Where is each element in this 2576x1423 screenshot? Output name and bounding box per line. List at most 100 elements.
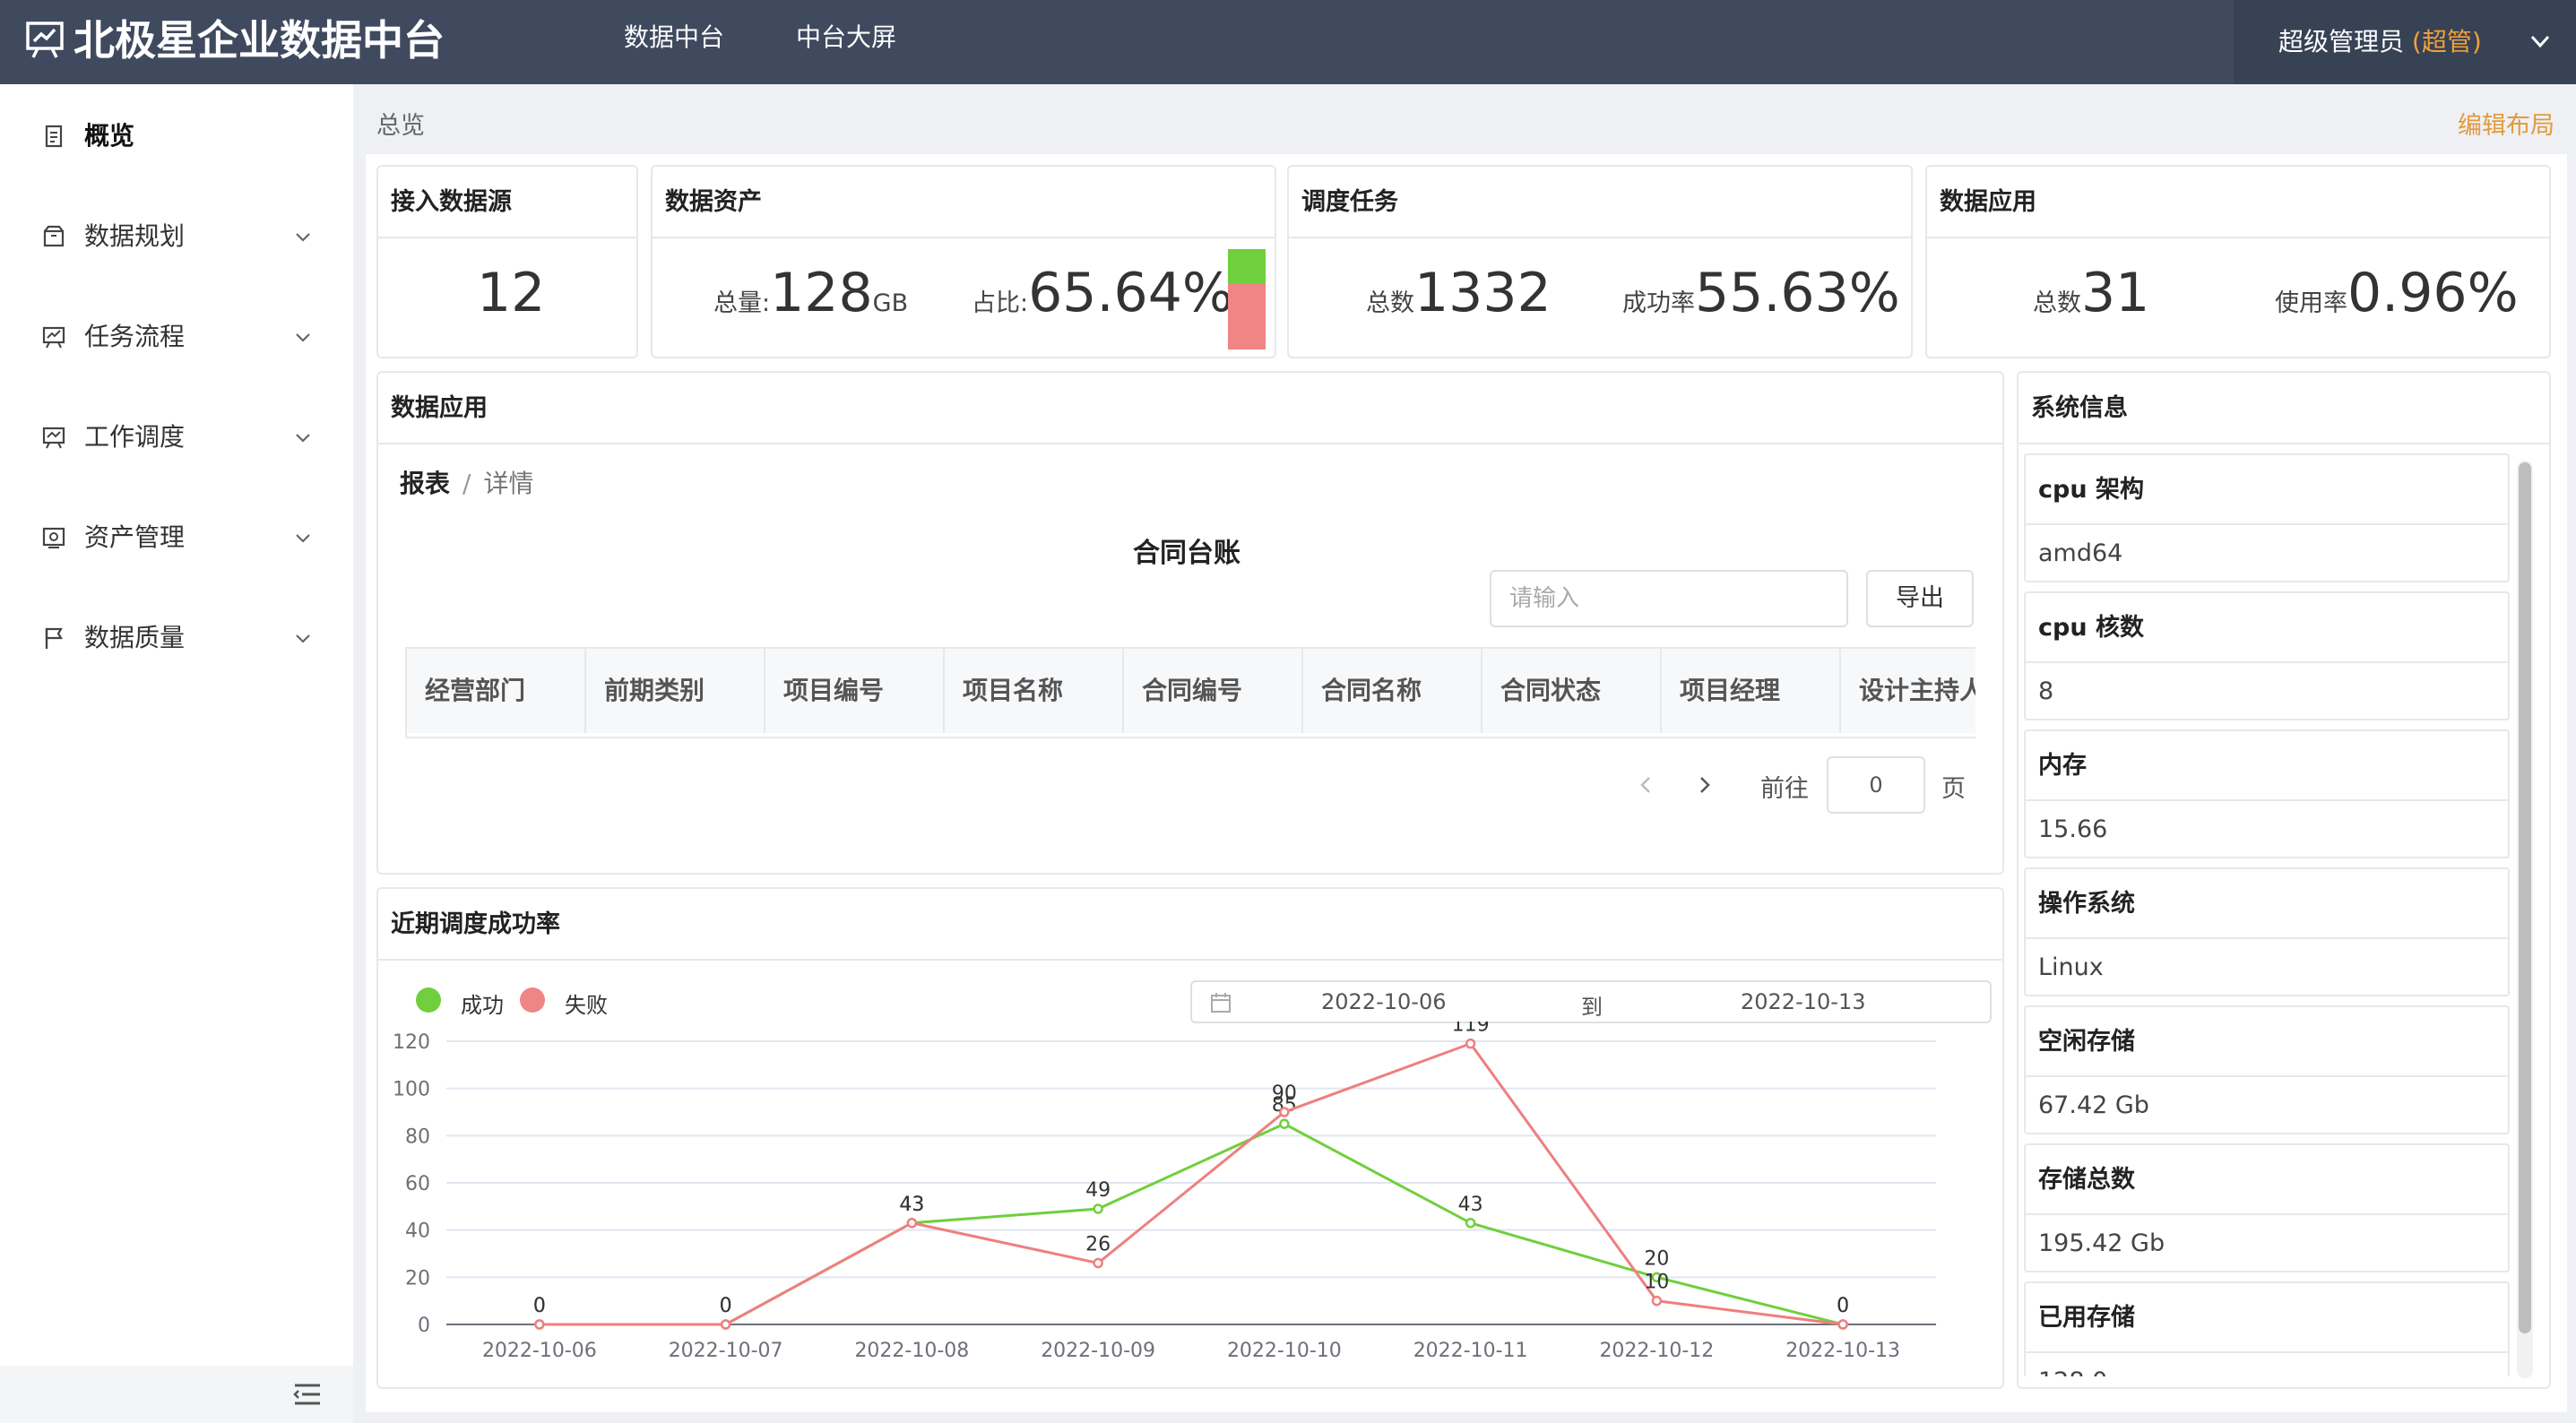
chevron-down-icon <box>2530 35 2550 48</box>
chevron-down-icon <box>296 434 310 443</box>
assets-ratio-label: 占比: <box>972 289 1029 317</box>
card-title: 接入数据源 <box>378 167 636 238</box>
sidebar-footer <box>0 1366 353 1423</box>
column-header[interactable]: 项目编号 <box>765 649 945 733</box>
assets-total-unit: GB <box>872 289 909 317</box>
pager-unit-label: 页 <box>1941 775 1966 803</box>
assets-total-label: 总量: <box>713 289 771 317</box>
legend-failure-label[interactable]: 失败 <box>565 987 608 1019</box>
assets-ratio-fill <box>1228 283 1266 349</box>
brand-title: 北极星企业数据中台 <box>73 16 445 65</box>
x-tick-label: 2022-10-10 <box>1227 1340 1342 1362</box>
nav-data-platform[interactable]: 数据中台 <box>624 18 724 57</box>
data-point <box>1465 1218 1476 1229</box>
schedule-rate-label: 成功率 <box>1622 289 1695 317</box>
apps-total-value: 31 <box>2081 262 2150 324</box>
x-tick-label: 2022-10-11 <box>1413 1340 1528 1362</box>
tab-report[interactable]: 报表 <box>400 469 450 498</box>
column-header[interactable]: 合同编号 <box>1124 649 1303 733</box>
tab-detail[interactable]: 详情 <box>483 469 533 498</box>
column-header[interactable]: 项目经理 <box>1662 649 1841 733</box>
column-header[interactable]: 经营部门 <box>407 649 586 733</box>
data-label: 49 <box>1085 1179 1111 1202</box>
sidebar-item-label: 资产管理 <box>84 522 186 552</box>
legend-success-marker[interactable] <box>416 987 441 1013</box>
edit-layout-link[interactable]: 编辑布局 <box>2458 106 2554 141</box>
export-button[interactable]: 导出 <box>1866 570 1974 627</box>
pager-goto-label: 前往 <box>1760 775 1809 803</box>
y-tick-label: 20 <box>405 1267 430 1289</box>
sidebar-item-work-schedule[interactable]: 工作调度 <box>0 401 353 473</box>
column-header[interactable]: 合同名称 <box>1303 649 1482 733</box>
data-label: 43 <box>899 1194 924 1216</box>
sys-value: 195.42 Gb <box>2038 1229 2165 1257</box>
sidebar-item-data-quality[interactable]: 数据质量 <box>0 602 353 674</box>
card-title: 数据应用 <box>378 373 2002 444</box>
data-label: 0 <box>1837 1295 1849 1317</box>
card-title: 数据应用 <box>1927 167 2549 238</box>
sidebar-item-data-planning[interactable]: 数据规划 <box>0 201 353 272</box>
column-header[interactable]: 合同状态 <box>1482 649 1662 733</box>
sidebar-item-overview[interactable]: 概览 <box>0 100 353 172</box>
data-label: 0 <box>533 1295 546 1317</box>
sys-key: cpu 架构 <box>2026 455 2508 525</box>
assets-ratio-bar <box>1228 249 1266 349</box>
chevron-left-icon[interactable] <box>1633 772 1658 798</box>
column-header[interactable]: 设计主持人 <box>1841 649 1975 733</box>
sidebar-item-label: 数据质量 <box>84 623 186 652</box>
flag-icon <box>45 627 63 649</box>
date-start[interactable]: 2022-10-06 <box>1321 989 1446 1014</box>
column-header[interactable]: 项目名称 <box>945 649 1124 733</box>
nav-big-screen[interactable]: 中台大屏 <box>796 18 896 57</box>
sys-item-used-storage: 已用存储 128.0 <box>2024 1281 2510 1376</box>
sys-item-os: 操作系统 Linux <box>2024 867 2510 996</box>
sidebar-item-label: 任务流程 <box>84 322 186 351</box>
sidebar-item-asset-management[interactable]: 资产管理 <box>0 502 353 574</box>
chevron-down-icon <box>296 634 310 643</box>
data-point <box>534 1319 545 1330</box>
legend-failure-marker[interactable] <box>520 987 545 1013</box>
user-menu[interactable]: 超级管理员 (超管) <box>2234 0 2576 84</box>
y-tick-label: 100 <box>393 1079 430 1101</box>
schedule-total-label: 总数 <box>1366 289 1414 317</box>
card-title: 调度任务 <box>1289 167 1911 238</box>
sys-key: 内存 <box>2026 731 2508 801</box>
data-point <box>906 1218 918 1229</box>
card-title: 数据资产 <box>653 167 1275 238</box>
sidebar-item-label: 工作调度 <box>84 422 186 452</box>
x-tick-label: 2022-10-12 <box>1599 1340 1714 1362</box>
chevron-down-icon <box>296 233 310 242</box>
x-tick-label: 2022-10-13 <box>1785 1340 1900 1362</box>
scrollbar-thumb[interactable] <box>2519 462 2531 1333</box>
sys-key: cpu 核数 <box>2026 593 2508 663</box>
table-body <box>405 733 1975 738</box>
sys-value: 67.42 Gb <box>2038 1091 2149 1119</box>
y-tick-label: 40 <box>405 1220 430 1243</box>
date-end[interactable]: 2022-10-13 <box>1741 989 1865 1014</box>
apps-total-label: 总数 <box>2033 289 2081 317</box>
x-tick-label: 2022-10-09 <box>1041 1340 1155 1362</box>
page-jump-input[interactable] <box>1827 756 1925 814</box>
search-input[interactable] <box>1490 570 1848 627</box>
data-label: 119 <box>1452 1022 1490 1037</box>
x-tick-label: 2022-10-06 <box>482 1340 597 1362</box>
data-label: 10 <box>1644 1272 1669 1294</box>
sys-value: 128.0 <box>2038 1367 2107 1376</box>
system-info-list[interactable]: cpu 架构 amd64 cpu 核数 8 内存 15.66 操作系统 Linux 空闲… <box>2024 453 2511 1376</box>
x-tick-label: 2022-10-07 <box>669 1340 783 1362</box>
date-range-picker[interactable]: 2022-10-06 到 2022-10-13 <box>1190 980 1992 1023</box>
calendar-icon <box>1211 993 1231 1013</box>
y-tick-label: 60 <box>405 1173 430 1195</box>
column-header[interactable]: 前期类别 <box>586 649 765 733</box>
sys-key: 存储总数 <box>2026 1145 2508 1215</box>
stat-card-datasource: 接入数据源 12 <box>376 165 638 358</box>
apps-usage-value: 0.96% <box>2347 262 2519 324</box>
collapse-menu-icon[interactable] <box>292 1380 323 1409</box>
data-label: 0 <box>720 1295 732 1317</box>
data-label: 90 <box>1272 1082 1297 1105</box>
sidebar-item-task-flow[interactable]: 任务流程 <box>0 301 353 373</box>
card-title: 近期调度成功率 <box>378 889 2002 961</box>
chevron-right-icon[interactable] <box>1692 772 1717 798</box>
legend-success-label[interactable]: 成功 <box>461 987 504 1019</box>
sys-item-total-storage: 存储总数 195.42 Gb <box>2024 1143 2510 1272</box>
